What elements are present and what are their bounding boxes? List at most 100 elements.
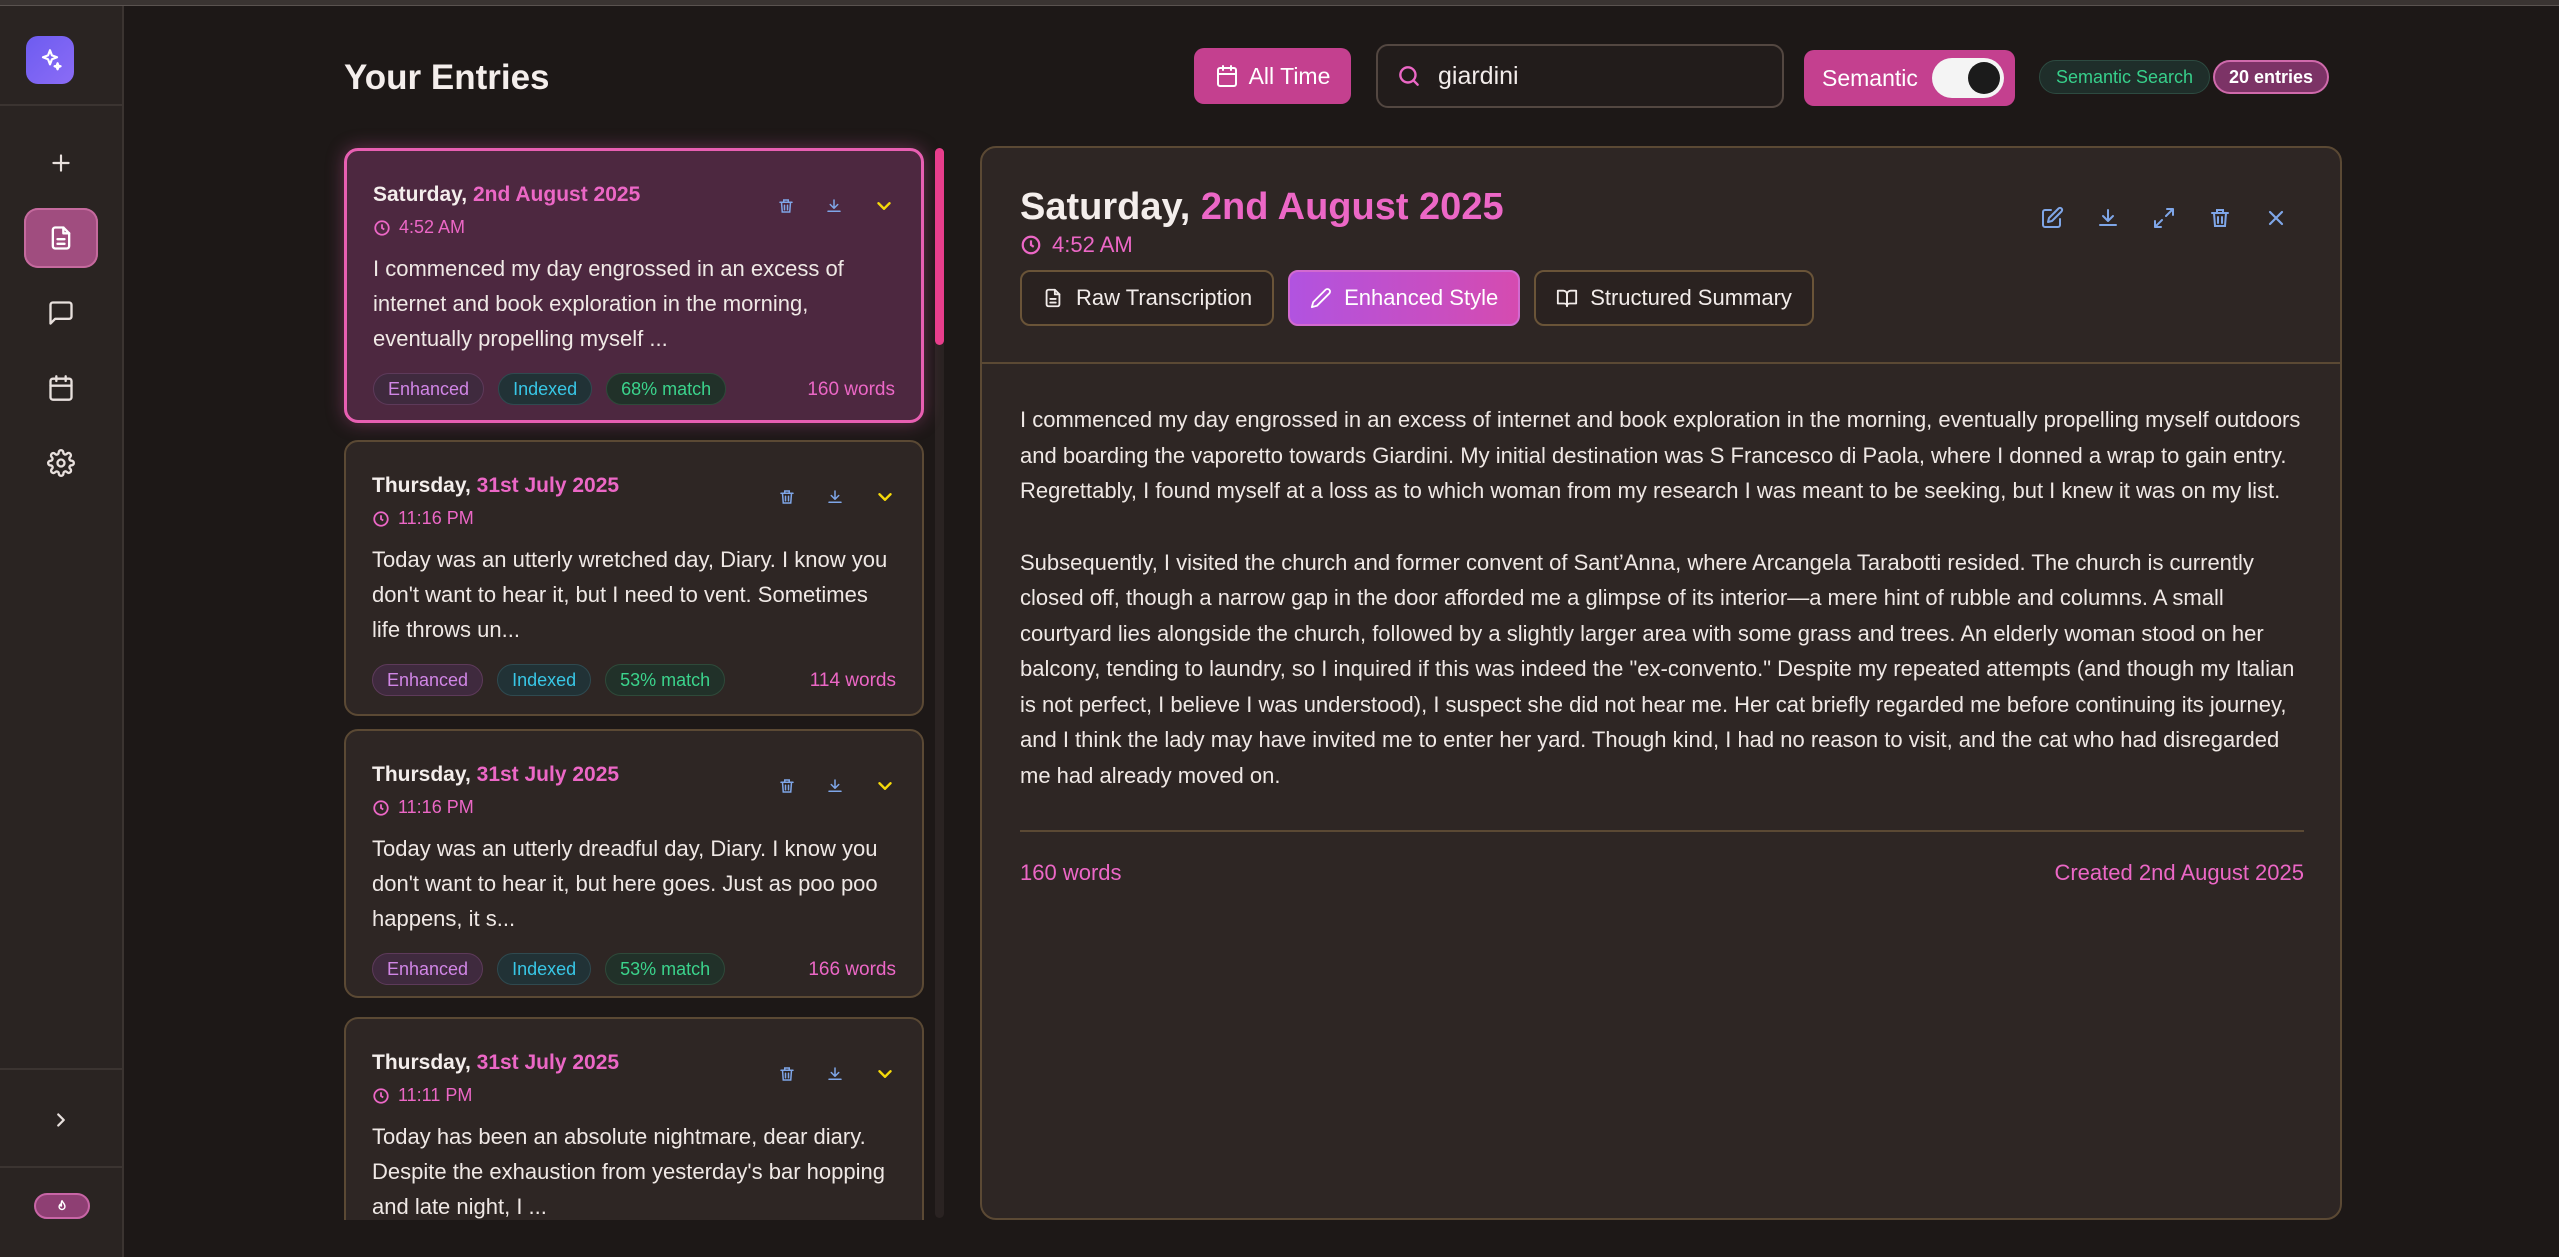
sidebar-item-chat[interactable] xyxy=(24,283,98,343)
clock-icon xyxy=(374,219,390,236)
calendar-icon xyxy=(49,375,73,401)
entry-card[interactable]: Thursday, 31st July 2025 11:16 PM Today … xyxy=(344,440,924,716)
list-scrollbar-thumb[interactable] xyxy=(935,148,944,345)
trash-icon[interactable] xyxy=(2208,206,2232,230)
expand-icon[interactable] xyxy=(2152,206,2176,230)
footer-divider xyxy=(1020,830,2304,832)
download-icon[interactable] xyxy=(826,777,844,795)
sidebar-divider xyxy=(0,1166,124,1168)
entry-time: 11:11 PM xyxy=(372,1085,472,1106)
document-icon xyxy=(1045,288,1061,308)
chevron-down-icon[interactable] xyxy=(873,195,895,217)
tag-indexed: Indexed xyxy=(497,664,592,696)
entry-actions xyxy=(777,195,895,217)
entry-date: Thursday, 31st July 2025 xyxy=(372,474,620,497)
semantic-search-badge: Semantic Search xyxy=(2039,60,2211,94)
download-icon[interactable] xyxy=(826,1065,844,1083)
clock-icon xyxy=(373,799,389,816)
chevron-down-icon[interactable] xyxy=(874,486,896,508)
entry-paragraph: I commenced my day engrossed in an exces… xyxy=(1020,407,2301,503)
book-icon xyxy=(1557,289,1578,308)
entry-content: I commenced my day engrossed in an exces… xyxy=(1020,402,2306,829)
tag-match: 53% match xyxy=(605,664,726,696)
entry-word-count: 166 words xyxy=(808,959,896,980)
entry-card[interactable]: Thursday, 31st July 2025 11:11 PM Today … xyxy=(344,1017,924,1220)
tab-raw-transcription[interactable]: Raw Transcription xyxy=(1020,270,1275,326)
download-icon[interactable] xyxy=(2096,206,2120,230)
trash-icon[interactable] xyxy=(777,197,795,215)
tag-match: 68% match xyxy=(606,373,727,405)
entry-excerpt: I commenced my day engrossed in an exces… xyxy=(373,256,844,351)
entry-word-count: 114 words xyxy=(809,670,896,691)
semantic-toggle[interactable]: Semantic xyxy=(1804,50,2015,106)
view-mode-tabs: Raw Transcription Enhanced Style Structu… xyxy=(1020,270,1814,326)
chevron-down-icon[interactable] xyxy=(874,1063,896,1085)
semantic-switch[interactable] xyxy=(1931,58,2004,98)
entry-detail-panel: Saturday, 2nd August 2025 4:52 AM Raw Tr… xyxy=(980,146,2342,1220)
entry-tags: Enhanced Indexed 68% match xyxy=(373,373,727,405)
pencil-icon xyxy=(1310,288,1331,309)
detail-divider xyxy=(982,362,2340,364)
entry-tags: Enhanced Indexed 53% match xyxy=(372,664,726,696)
search-icon xyxy=(1399,66,1419,86)
sidebar-divider xyxy=(0,104,124,106)
entry-excerpt: Today was an utterly dreadful day, Diary… xyxy=(372,836,878,931)
detail-actions xyxy=(2040,206,2288,230)
trash-icon[interactable] xyxy=(778,1065,796,1083)
sparkle-icon xyxy=(41,49,62,71)
entry-time: 11:16 PM xyxy=(372,797,474,818)
detail-time: 4:52 AM xyxy=(1020,232,1133,258)
time-filter-button[interactable]: All Time xyxy=(1194,48,1351,104)
entry-card[interactable]: Saturday, 2nd August 2025 4:52 AM I comm… xyxy=(344,148,924,423)
tab-structured-summary[interactable]: Structured Summary xyxy=(1534,270,1814,326)
chat-icon xyxy=(49,301,73,325)
entry-card[interactable]: Thursday, 31st July 2025 11:16 PM Today … xyxy=(344,729,924,998)
tag-enhanced: Enhanced xyxy=(372,953,484,985)
sidebar-item-new-entry[interactable] xyxy=(24,133,98,193)
tag-match: 53% match xyxy=(605,953,726,985)
entry-tags: Enhanced Indexed 53% match xyxy=(372,953,726,985)
entry-paragraph: Subsequently, I visited the church and f… xyxy=(1020,549,2295,788)
clock-icon xyxy=(1021,235,1041,255)
sidebar-item-settings[interactable] xyxy=(24,433,98,493)
gear-icon xyxy=(47,449,75,477)
entry-word-count: 160 words xyxy=(807,379,895,400)
sidebar xyxy=(0,6,124,1257)
sidebar-expand-button[interactable] xyxy=(24,1090,98,1150)
switch-knob xyxy=(1967,62,2000,94)
entry-actions xyxy=(778,486,896,508)
tag-enhanced: Enhanced xyxy=(372,664,484,696)
app-logo[interactable] xyxy=(26,36,74,84)
theme-toggle[interactable] xyxy=(34,1193,90,1219)
clock-icon xyxy=(373,510,389,527)
close-icon[interactable] xyxy=(2264,206,2288,230)
semantic-toggle-label: Semantic xyxy=(1822,64,1918,91)
download-icon[interactable] xyxy=(826,488,844,506)
chevron-down-icon[interactable] xyxy=(874,775,896,797)
entry-date: Thursday, 31st July 2025 xyxy=(372,1051,620,1074)
search-box[interactable] xyxy=(1376,44,1784,108)
sidebar-item-entries[interactable] xyxy=(24,208,98,268)
entry-excerpt: Today has been an absolute nightmare, de… xyxy=(372,1124,885,1219)
tag-indexed: Indexed xyxy=(498,373,593,405)
detail-created-date: Created 2nd August 2025 xyxy=(2054,860,2304,885)
tag-indexed: Indexed xyxy=(497,953,592,985)
tab-enhanced-style[interactable]: Enhanced Style xyxy=(1288,270,1521,326)
trash-icon[interactable] xyxy=(778,488,796,506)
search-input[interactable] xyxy=(1436,60,1756,92)
trash-icon[interactable] xyxy=(778,777,796,795)
page-title: Your Entries xyxy=(344,58,550,97)
document-icon xyxy=(51,226,71,250)
detail-word-count: 160 words xyxy=(1020,860,1122,885)
edit-icon[interactable] xyxy=(2040,206,2064,230)
flame-icon xyxy=(58,1200,66,1211)
entry-date: Saturday, 2nd August 2025 xyxy=(373,183,641,206)
entry-actions xyxy=(778,775,896,797)
entry-time: 4:52 AM xyxy=(373,217,465,238)
sidebar-item-calendar[interactable] xyxy=(24,358,98,418)
download-icon[interactable] xyxy=(825,197,843,215)
entries-count-badge: 20 entries xyxy=(2213,60,2330,94)
chevron-right-icon xyxy=(57,1113,65,1127)
entry-date: Thursday, 31st July 2025 xyxy=(372,763,620,786)
entry-actions xyxy=(778,1063,896,1085)
